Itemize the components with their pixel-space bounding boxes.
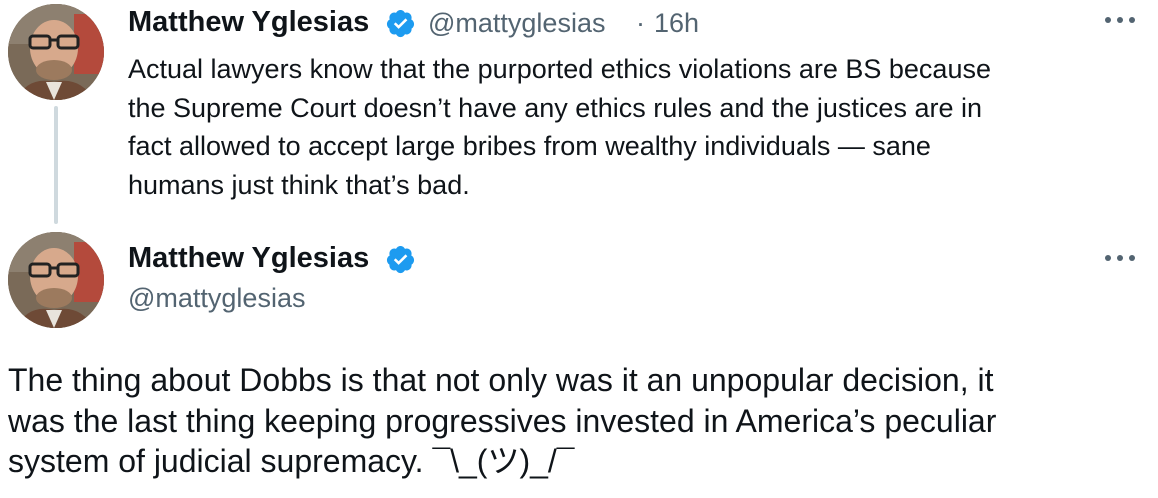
tweet-text: The thing about Dobbs is that not only w… — [8, 360, 996, 482]
avatar[interactable] — [8, 232, 104, 328]
more-dots-icon[interactable] — [1102, 14, 1138, 26]
tweet-text-line: was the last thing keeping progressives … — [8, 402, 997, 439]
tweet-text-line: humans just think that’s bad. — [128, 169, 470, 200]
tweet-text-line: the Supreme Court doesn’t have any ethic… — [128, 92, 982, 123]
tweet-text-line: system of judicial supremacy. ¯\_(ツ)_/¯ — [8, 443, 575, 479]
tweet-timestamp[interactable]: 16h — [654, 8, 699, 39]
separator-dot: · — [636, 8, 645, 38]
tweet-thread: Matthew Yglesias @mattyglesias · 16h Act… — [0, 0, 1158, 498]
verified-badge-icon[interactable] — [385, 244, 416, 275]
tweet-text: Actual lawyers know that the purported e… — [128, 50, 991, 204]
avatar-photo-icon — [8, 4, 104, 100]
avatar-photo-icon — [8, 232, 104, 328]
tweet-text-line: Actual lawyers know that the purported e… — [128, 54, 991, 84]
author-name[interactable]: Matthew Yglesias — [128, 242, 369, 275]
author-handle[interactable]: @mattyglesias — [128, 283, 305, 314]
tweet-text-line: The thing about Dobbs is that not only w… — [8, 362, 994, 398]
thread-connector-line — [54, 106, 58, 224]
avatar[interactable] — [8, 4, 104, 100]
author-name[interactable]: Matthew Yglesias — [128, 6, 369, 39]
tweet-text-line: fact allowed to accept large bribes from… — [128, 131, 931, 161]
author-handle[interactable]: @mattyglesias — [428, 8, 605, 39]
verified-badge-icon[interactable] — [385, 8, 416, 39]
more-dots-icon[interactable] — [1102, 252, 1138, 264]
